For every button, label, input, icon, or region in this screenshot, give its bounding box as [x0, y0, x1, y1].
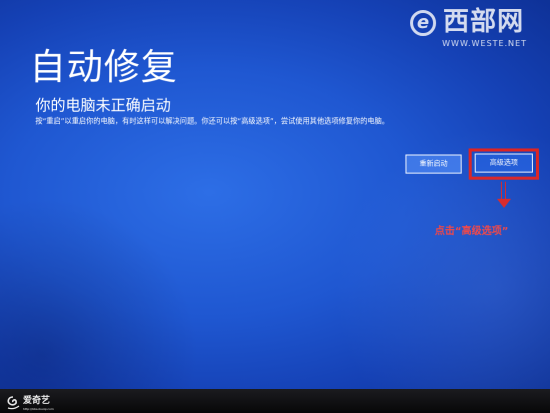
down-arrow-head-icon [496, 198, 512, 208]
monitor-bezel: 爱奇艺 http://bbs.ikuiqi.com [0, 389, 550, 413]
watermark-brand: 西部网 [443, 7, 525, 38]
page-subtitle: 你的电脑未正确启动 [35, 96, 171, 115]
swirl-logo-icon [7, 396, 20, 410]
description-text: 按“重启”以重启你的电脑，有时这样可以解决问题。你还可以按“高级选项”，尝试使用… [35, 116, 390, 126]
watermark-url: WWW.WESTE.NET [442, 39, 528, 49]
site-watermark: e 西部网 WWW.WESTE.NET [410, 7, 542, 53]
click-advanced-annotation: 点击“高级选项” [434, 226, 509, 238]
e-logo-icon: e [410, 10, 437, 37]
photo-frame: 自动修复 你的电脑未正确启动 按“重启”以重启你的电脑，有时这样可以解决问题。你… [0, 0, 550, 413]
down-arrow-icon [500, 181, 507, 200]
advanced-options-highlight [468, 148, 540, 180]
corner-url: http://bbs.ikuiqi.com [23, 407, 54, 411]
automatic-repair-screen: 自动修复 你的电脑未正确启动 按“重启”以重启你的电脑，有时这样可以解决问题。你… [0, 0, 550, 404]
page-title: 自动修复 [29, 47, 178, 89]
restart-button[interactable]: 重新启动 [405, 154, 462, 174]
corner-brand: 爱奇艺 [23, 396, 51, 406]
